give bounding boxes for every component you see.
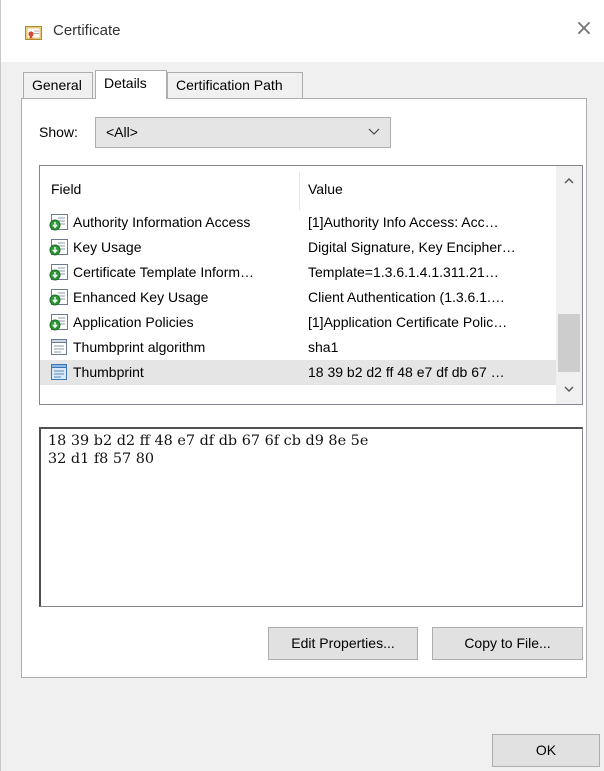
tab-general[interactable]: General — [23, 72, 93, 98]
field-value: [1]Authority Info Access: Acc… — [308, 214, 499, 230]
field-value: 18 39 b2 d2 ff 48 e7 df db 67 … — [308, 364, 505, 380]
property-icon — [49, 363, 69, 382]
value-detail-text: 18 39 b2 d2 ff 48 e7 df db 67 6f cb d9 8… — [48, 433, 369, 467]
certificate-dialog: Certificate × General Details Certificat… — [0, 0, 604, 771]
property-icon — [49, 338, 69, 357]
window-title: Certificate — [53, 22, 121, 39]
edit-properties-button[interactable]: Edit Properties... — [268, 627, 418, 660]
field-name: Thumbprint algorithm — [73, 339, 206, 355]
chevron-down-icon — [556, 386, 582, 404]
scroll-down-button[interactable] — [556, 374, 582, 404]
show-dropdown-value: <All> — [106, 124, 138, 140]
tab-certification-path[interactable]: Certification Path — [167, 72, 303, 98]
field-name: Enhanced Key Usage — [73, 289, 209, 305]
field-value: [1]Application Certificate Polic… — [308, 314, 508, 330]
certificate-extension-icon — [49, 263, 69, 282]
list-row-selected[interactable]: Thumbprint 18 39 b2 d2 ff 48 e7 df db 67… — [40, 360, 556, 385]
scroll-up-button[interactable] — [556, 166, 582, 196]
field-value: Client Authentication (1.3.6.1.… — [308, 289, 505, 305]
column-header-field[interactable]: Field — [51, 181, 81, 197]
list-row[interactable]: Authority Information Access [1]Authorit… — [40, 210, 556, 235]
tab-details[interactable]: Details — [95, 70, 167, 99]
list-row[interactable]: Certificate Template Inform… Template=1.… — [40, 260, 556, 285]
show-dropdown[interactable]: <All> — [95, 117, 391, 148]
chevron-down-icon — [367, 124, 381, 138]
field-name: Thumbprint — [73, 364, 144, 380]
list-row[interactable]: Enhanced Key Usage Client Authentication… — [40, 285, 556, 310]
copy-to-file-button[interactable]: Copy to File... — [432, 627, 583, 660]
list-header: Field Value — [40, 166, 556, 210]
title-bar[interactable]: Certificate × — [1, 0, 604, 62]
close-button[interactable]: × — [569, 14, 599, 44]
field-name: Certificate Template Inform… — [73, 264, 255, 280]
field-value: Template=1.3.6.1.4.1.311.21… — [308, 264, 499, 280]
field-value: sha1 — [308, 339, 339, 355]
list-row[interactable]: Thumbprint algorithm sha1 — [40, 335, 556, 360]
list-scrollbar[interactable] — [556, 166, 582, 404]
certificate-icon — [25, 26, 42, 40]
list-row[interactable]: Application Policies [1]Application Cert… — [40, 310, 556, 335]
field-name: Application Policies — [73, 314, 194, 330]
certificate-extension-icon — [49, 288, 69, 307]
certificate-extension-icon — [49, 213, 69, 232]
tab-strip: General Details Certification Path — [21, 70, 587, 99]
value-detail-box[interactable]: 18 39 b2 d2 ff 48 e7 df db 67 6f cb d9 8… — [39, 427, 583, 607]
field-name: Key Usage — [73, 239, 142, 255]
scroll-thumb[interactable] — [558, 314, 580, 372]
field-value: Digital Signature, Key Encipher… — [308, 239, 516, 255]
column-header-value[interactable]: Value — [308, 181, 343, 197]
chevron-up-icon — [556, 178, 582, 199]
fields-list[interactable]: Field Value Authority Information Access… — [39, 165, 583, 405]
field-name: Authority Information Access — [73, 214, 251, 230]
list-row[interactable]: Key Usage Digital Signature, Key Enciphe… — [40, 235, 556, 260]
column-divider[interactable] — [299, 172, 300, 210]
ok-button[interactable]: OK — [492, 734, 600, 767]
certificate-extension-icon — [49, 238, 69, 257]
certificate-extension-icon — [49, 313, 69, 332]
close-icon: × — [574, 16, 594, 41]
show-label: Show: — [39, 124, 78, 140]
